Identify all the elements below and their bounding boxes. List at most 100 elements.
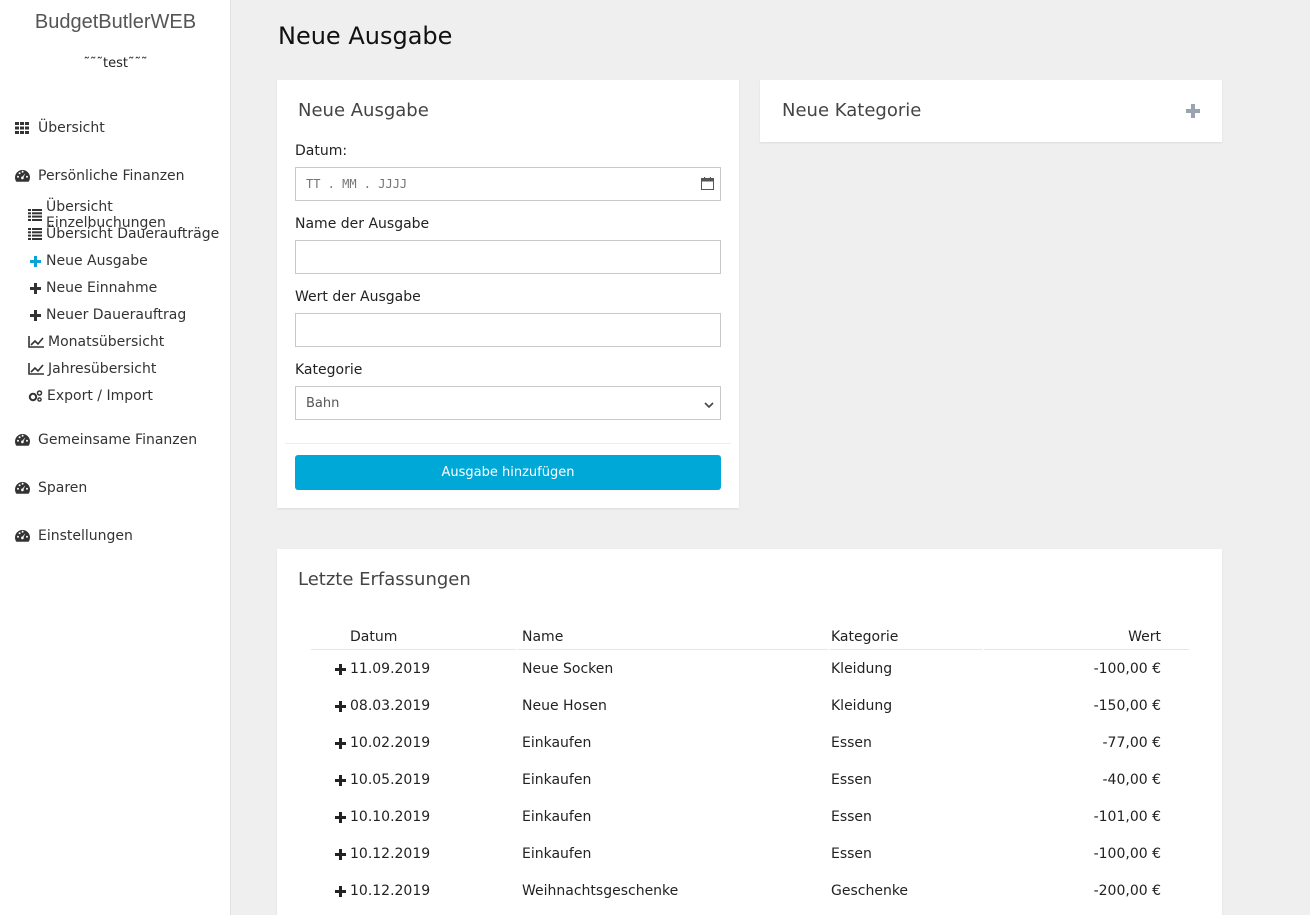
- sidebar-item-export-import[interactable]: Export / Import: [28, 388, 153, 404]
- dashboard-icon: [14, 481, 30, 495]
- cell-category: Kleidung: [831, 661, 893, 677]
- table-row: 10.12.2019 Einkaufen Essen -100,00 €: [277, 846, 1222, 883]
- sidebar-item-label: Übersicht Daueraufträge: [46, 226, 220, 242]
- column-header-date[interactable]: Datum: [350, 629, 397, 645]
- sidebar-item-label: Sparen: [38, 480, 88, 496]
- sidebar-item-neue-einnahme[interactable]: Neue Einnahme: [28, 280, 157, 296]
- cell-name: Einkaufen: [522, 735, 592, 751]
- sidebar-item-jahresuebersicht[interactable]: Jahresübersicht: [28, 361, 156, 377]
- table-row: 10.02.2019 Einkaufen Essen -77,00 €: [277, 735, 1222, 772]
- cell-name: Neue Hosen: [522, 698, 607, 714]
- table-row: 10.05.2019 Einkaufen Essen -40,00 €: [277, 772, 1222, 809]
- chart-line-icon: [28, 363, 44, 376]
- sidebar-item-uebersicht[interactable]: Übersicht: [14, 120, 105, 136]
- cell-date: 11.09.2019: [350, 661, 431, 677]
- cogs-icon: [28, 390, 43, 403]
- sidebar-item-label: Neue Einnahme: [46, 280, 158, 296]
- cell-category: Kleidung: [831, 698, 893, 714]
- value-field[interactable]: [295, 313, 721, 347]
- add-expense-button[interactable]: Ausgabe hinzufügen: [295, 455, 721, 490]
- plus-icon: [28, 255, 42, 268]
- sidebar-item-label: Gemeinsame Finanzen: [38, 432, 198, 448]
- sidebar-item-label: Neue Ausgabe: [46, 253, 148, 269]
- date-input[interactable]: [306, 168, 710, 200]
- expand-row-icon[interactable]: [335, 774, 346, 790]
- list-icon: [28, 228, 42, 241]
- cell-category: Essen: [831, 772, 872, 788]
- category-selected: Bahn: [306, 395, 340, 411]
- category-select[interactable]: Bahn: [295, 386, 721, 420]
- plus-icon: [28, 282, 42, 295]
- recent-entries-card: Letzte Erfassungen Datum Name Kategorie …: [277, 549, 1222, 915]
- dashboard-icon: [14, 529, 30, 543]
- table-row: 11.09.2019 Neue Socken Kleidung -100,00 …: [277, 661, 1222, 698]
- category-label: Kategorie: [295, 362, 363, 378]
- table-row: 08.03.2019 Neue Hosen Kleidung -150,00 €: [277, 698, 1222, 735]
- expand-row-icon[interactable]: [335, 663, 346, 679]
- value-label: Wert der Ausgabe: [295, 289, 421, 305]
- sidebar-item-neuer-dauerauftrag[interactable]: Neuer Dauerauftrag: [28, 307, 186, 323]
- expand-row-icon[interactable]: [335, 848, 346, 864]
- cell-name: Einkaufen: [522, 809, 592, 825]
- cell-name: Einkaufen: [522, 772, 592, 788]
- sidebar-item-monatsuebersicht[interactable]: Monatsübersicht: [28, 334, 164, 350]
- page-title: Neue Ausgabe: [278, 22, 453, 50]
- cell-name: Einkaufen: [522, 846, 592, 862]
- sidebar-item-persoenliche-finanzen[interactable]: Persönliche Finanzen: [14, 168, 185, 184]
- sidebar-item-label: Monatsübersicht: [48, 334, 165, 350]
- expand-row-icon[interactable]: [335, 885, 346, 901]
- card-title: Letzte Erfassungen: [298, 569, 471, 590]
- expand-row-icon[interactable]: [335, 737, 346, 753]
- sidebar-item-neue-ausgabe[interactable]: Neue Ausgabe: [28, 253, 148, 269]
- expand-row-icon[interactable]: [335, 700, 346, 716]
- cell-value: -100,00 €: [1093, 846, 1161, 862]
- cell-category: Geschenke: [831, 883, 909, 899]
- chart-line-icon: [28, 336, 44, 349]
- expand-plus-icon[interactable]: [1186, 104, 1200, 122]
- sidebar-item-sparen[interactable]: Sparen: [14, 480, 87, 496]
- cell-value: -150,00 €: [1093, 698, 1161, 714]
- sidebar-item-label: Einstellungen: [38, 528, 133, 544]
- dashboard-icon: [14, 433, 30, 447]
- plus-icon: [28, 309, 42, 322]
- sidebar-item-label: Persönliche Finanzen: [38, 168, 185, 184]
- app-brand[interactable]: BudgetButlerWEB: [0, 11, 231, 34]
- new-expense-card: Neue Ausgabe Datum: Name der Ausgabe Wer…: [277, 80, 739, 508]
- sidebar-item-einstellungen[interactable]: Einstellungen: [14, 528, 133, 544]
- cell-date: 10.12.2019: [350, 883, 431, 899]
- list-icon: [28, 209, 42, 222]
- date-field[interactable]: [295, 167, 721, 201]
- column-header-category[interactable]: Kategorie: [831, 629, 898, 645]
- cell-category: Essen: [831, 809, 872, 825]
- username: ˜˜˜test˜˜˜: [83, 56, 148, 71]
- column-header-name[interactable]: Name: [522, 629, 563, 645]
- grid-icon: [14, 121, 30, 135]
- table-row: 10.12.2019 Weihnachtsgeschenke Geschenke…: [277, 883, 1222, 915]
- cell-category: Essen: [831, 735, 872, 751]
- sidebar-item-label: Neuer Dauerauftrag: [46, 307, 187, 323]
- new-category-card[interactable]: Neue Kategorie: [760, 80, 1222, 142]
- divider: [285, 443, 731, 444]
- table-row: 10.10.2019 Einkaufen Essen -101,00 €: [277, 809, 1222, 846]
- date-label: Datum:: [295, 143, 348, 159]
- dashboard-icon: [14, 169, 30, 183]
- cell-value: -77,00 €: [1102, 735, 1162, 751]
- name-input[interactable]: [306, 241, 710, 273]
- cell-value: -200,00 €: [1093, 883, 1161, 899]
- cell-name: Weihnachtsgeschenke: [522, 883, 679, 899]
- expand-row-icon[interactable]: [335, 811, 346, 827]
- name-label: Name der Ausgabe: [295, 216, 430, 232]
- column-header-value[interactable]: Wert: [1128, 629, 1161, 645]
- cell-date: 10.10.2019: [350, 809, 431, 825]
- sidebar-item-uebersicht-dauerauftraege[interactable]: Übersicht Daueraufträge: [28, 226, 219, 242]
- cell-name: Neue Socken: [522, 661, 614, 677]
- cell-value: -100,00 €: [1093, 661, 1161, 677]
- sidebar-item-gemeinsame-finanzen[interactable]: Gemeinsame Finanzen: [14, 432, 197, 448]
- name-field[interactable]: [295, 240, 721, 274]
- sidebar: BudgetButlerWEB ˜˜˜test˜˜˜ Übersicht Per…: [0, 0, 231, 915]
- cell-date: 10.02.2019: [350, 735, 431, 751]
- value-input[interactable]: [306, 314, 710, 346]
- sidebar-item-label: Übersicht: [38, 120, 105, 136]
- cell-category: Essen: [831, 846, 872, 862]
- calendar-icon[interactable]: [701, 177, 714, 194]
